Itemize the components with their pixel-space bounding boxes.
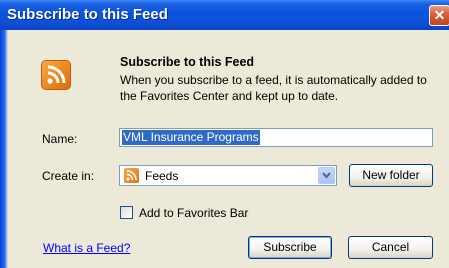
create-in-value: Feeds — [145, 169, 179, 183]
add-to-favorites-bar-label: Add to Favorites Bar — [139, 206, 249, 220]
window-border — [0, 30, 8, 268]
create-in-label: Create in: — [42, 169, 95, 183]
window-title: Subscribe to this Feed — [7, 6, 168, 23]
feed-folder-icon — [124, 168, 139, 183]
name-field[interactable]: VML Insurance Programs — [119, 128, 433, 147]
add-to-favorites-bar-checkbox[interactable] — [120, 206, 133, 219]
name-field-value: VML Insurance Programs — [122, 130, 260, 145]
dialog-description: When you subscribe to a feed, it is auto… — [120, 73, 427, 103]
rss-feed-icon — [41, 60, 71, 90]
subscribe-button[interactable]: Subscribe — [248, 236, 332, 259]
what-is-a-feed-link[interactable]: What is a Feed? — [43, 241, 130, 255]
new-folder-button[interactable]: New folder — [349, 164, 433, 187]
chevron-down-icon[interactable] — [318, 167, 335, 184]
close-icon: ✕ — [433, 7, 446, 23]
dialog-heading: Subscribe to this Feed — [120, 55, 255, 69]
subscribe-dialog: Subscribe to this Feed ✕ Subscribe to th… — [0, 0, 449, 268]
close-button[interactable]: ✕ — [429, 5, 449, 26]
name-label: Name: — [42, 132, 78, 146]
title-bar[interactable]: Subscribe to this Feed ✕ — [0, 0, 449, 30]
cancel-button[interactable]: Cancel — [348, 236, 433, 259]
create-in-dropdown[interactable]: Feeds — [119, 165, 337, 186]
